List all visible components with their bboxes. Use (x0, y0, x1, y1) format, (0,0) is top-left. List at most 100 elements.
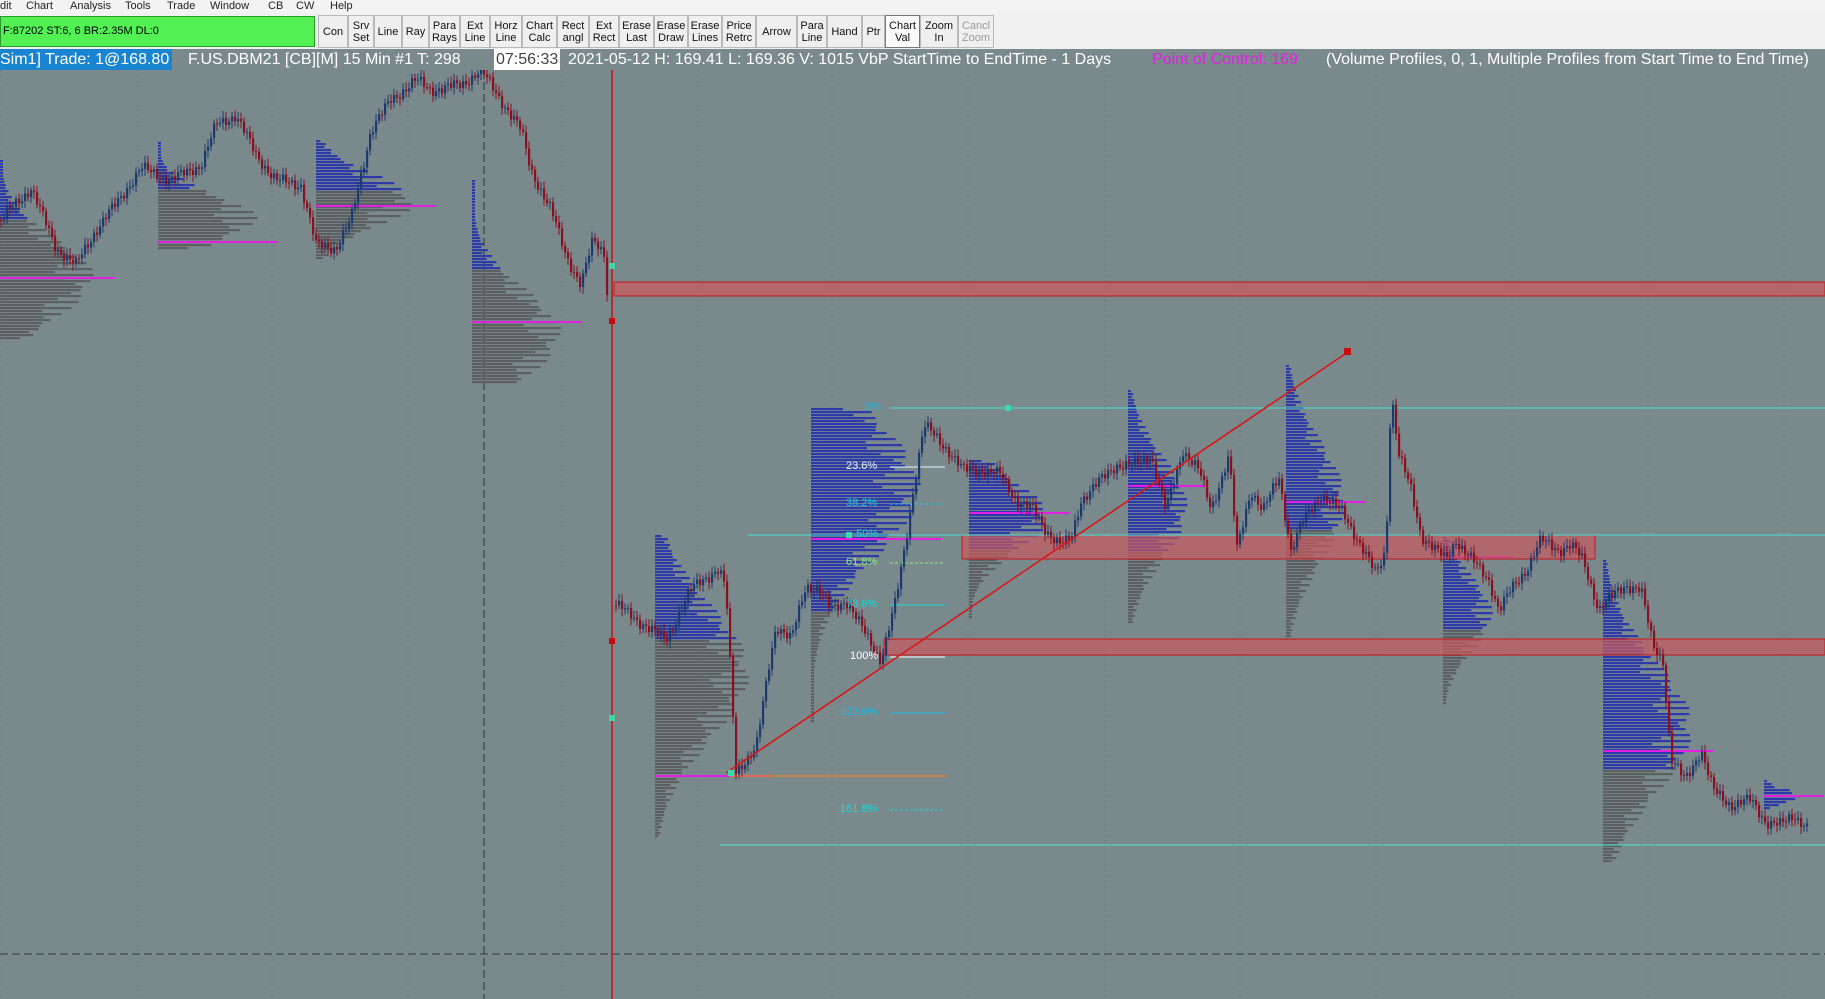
menu-cb[interactable]: CB (268, 0, 283, 13)
profile-bar (811, 483, 921, 486)
profile-bar (655, 646, 707, 649)
candle-body (453, 80, 456, 88)
candle-body (978, 470, 981, 476)
candle-body (180, 170, 183, 173)
erase-draw-button[interactable]: Erase Draw (654, 15, 688, 48)
profile-bar (158, 229, 241, 232)
candle-body (402, 89, 405, 99)
candle-body (918, 452, 921, 480)
rect-angl-button[interactable]: Rect angl (557, 15, 589, 48)
para-line-button[interactable]: Para Line (797, 15, 827, 48)
erase-last-button[interactable]: Erase Last (619, 15, 654, 48)
profile-bar (655, 643, 742, 646)
fib-label: 61.8% (846, 556, 878, 568)
zoom-in-button[interactable]: Zoom In (920, 15, 958, 48)
candle-body (603, 247, 606, 257)
candle-body (480, 70, 483, 75)
srv-set-button[interactable]: Srv Set (348, 15, 374, 48)
candle-body (1713, 777, 1716, 789)
candle-body (591, 237, 594, 256)
menu-dit[interactable]: dit (0, 0, 12, 13)
hand-button[interactable]: Hand (827, 15, 862, 48)
profile-bar (1443, 585, 1479, 588)
candle-body (525, 132, 528, 149)
profile-bar (1603, 674, 1669, 677)
ptr-button[interactable]: Ptr (862, 15, 885, 48)
candle-body (411, 78, 414, 89)
con-button[interactable]: Con (318, 15, 348, 48)
candle-body (1317, 501, 1320, 503)
candle-body (459, 83, 462, 89)
profile-bar (1603, 755, 1668, 758)
price-chart[interactable] (0, 70, 1825, 999)
horz-line-button[interactable]: Horz Line (490, 15, 522, 48)
candle-body (837, 604, 840, 611)
candle-body (1335, 498, 1338, 506)
profile-bar (811, 648, 818, 651)
profile-bar (1603, 713, 1690, 716)
menu-window[interactable]: Window (210, 0, 249, 13)
candle-body (981, 470, 984, 473)
fib-label: 50% (856, 528, 879, 540)
profile-bar (969, 490, 1030, 493)
ray-button[interactable]: Ray (402, 15, 429, 48)
candle-body (495, 90, 498, 93)
candle-body (915, 479, 918, 494)
price-retrc-button[interactable]: Price Retrc (722, 15, 756, 48)
profile-bar (316, 218, 368, 221)
profile-bar (0, 190, 9, 193)
menu-cw[interactable]: CW (296, 0, 314, 13)
profile-bar (655, 739, 702, 742)
candle-body (432, 87, 435, 97)
profile-bar (655, 757, 681, 760)
candle-body (522, 129, 525, 132)
chart-calc-button[interactable]: Chart Calc (522, 15, 557, 48)
profile-bar (316, 173, 353, 176)
candle-body (483, 70, 486, 75)
menu-help[interactable]: Help (330, 0, 353, 13)
erase-lines-button[interactable]: Erase Lines (688, 15, 722, 48)
candle-body (711, 573, 714, 583)
profile-bar (1286, 515, 1323, 518)
cancl-zoom-button[interactable]: Cancl Zoom (958, 15, 994, 48)
candle-body (1491, 579, 1494, 596)
candle-body (1614, 590, 1617, 597)
profile-bar (472, 249, 488, 252)
profile-bar (1128, 507, 1170, 510)
chart-val-button[interactable]: Chart Val (885, 15, 920, 48)
ext-rect-button[interactable]: Ext Rect (589, 15, 619, 48)
profile-bar (472, 276, 510, 279)
candle-body (174, 176, 177, 181)
profile-bar (655, 703, 733, 706)
line-button[interactable]: Line (374, 15, 402, 48)
ext-line-button[interactable]: Ext Line (460, 15, 490, 48)
candle-body (207, 146, 210, 151)
menu-trade[interactable]: Trade (167, 0, 195, 13)
menu-analysis[interactable]: Analysis (70, 0, 111, 13)
candle-body (396, 94, 399, 98)
handle-point (609, 638, 615, 644)
profile-bar (158, 151, 161, 154)
candle-body (246, 132, 249, 134)
fib-handle (846, 532, 852, 538)
profile-bar (1286, 446, 1325, 449)
profile-bar (1286, 443, 1311, 446)
profile-bar (655, 535, 662, 538)
candle-body (297, 187, 300, 190)
candle-body (0, 220, 3, 221)
handle-point (609, 263, 615, 269)
menu-chart[interactable]: Chart (26, 0, 53, 13)
profile-bar (316, 215, 402, 218)
profile-bar (1603, 611, 1620, 614)
candle-body (369, 134, 372, 151)
profile-bar (811, 702, 814, 705)
para-rays-button[interactable]: Para Rays (429, 15, 460, 48)
profile-bar (1286, 587, 1300, 590)
account-trade-badge[interactable]: Sim1] Trade: 1@168.80 (0, 49, 173, 70)
candle-body (1107, 470, 1110, 479)
menu-tools[interactable]: Tools (125, 0, 151, 13)
profile-bar (1603, 719, 1687, 722)
candle-body (864, 625, 867, 634)
profile-bar (0, 181, 5, 184)
arrow-button[interactable]: Arrow (756, 15, 797, 48)
